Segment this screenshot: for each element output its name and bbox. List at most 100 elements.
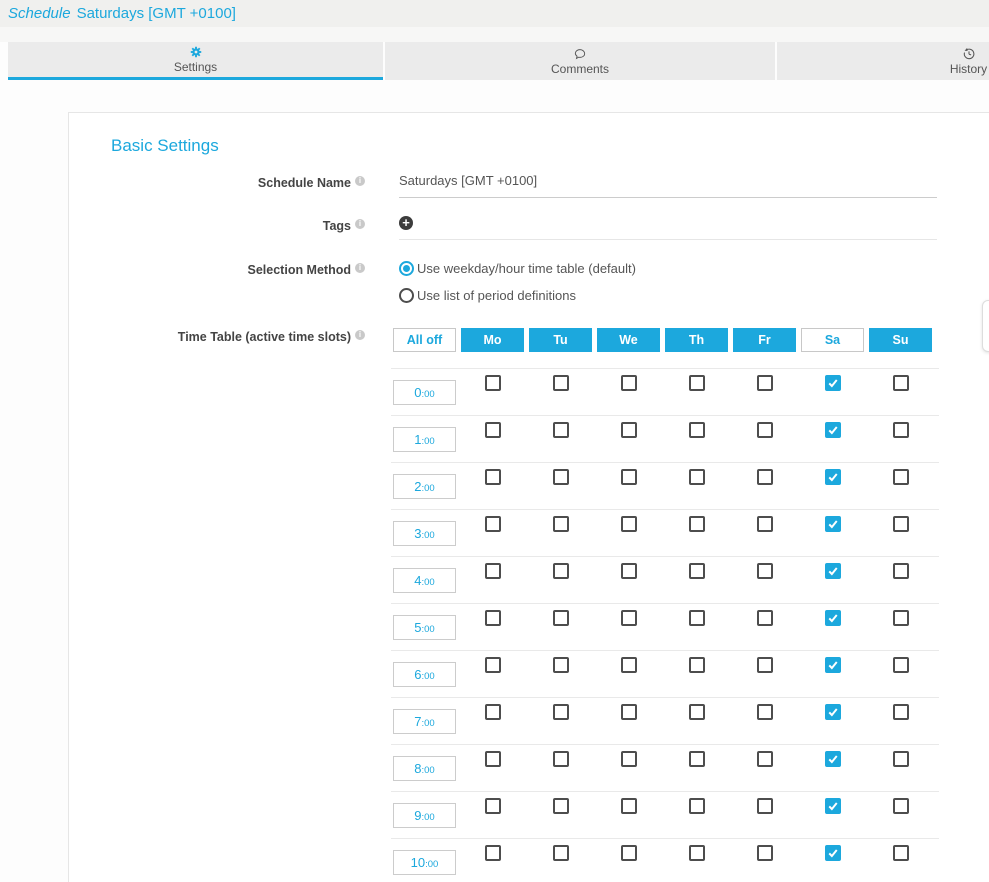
slot-checkbox-mo-5[interactable] <box>485 610 501 626</box>
slot-checkbox-su-9[interactable] <box>893 798 909 814</box>
slot-checkbox-fr-5[interactable] <box>757 610 773 626</box>
slot-checkbox-tu-1[interactable] <box>553 422 569 438</box>
slot-checkbox-th-5[interactable] <box>689 610 705 626</box>
slot-checkbox-fr-9[interactable] <box>757 798 773 814</box>
slot-checkbox-fr-8[interactable] <box>757 751 773 767</box>
slot-checkbox-tu-3[interactable] <box>553 516 569 532</box>
slot-checkbox-tu-6[interactable] <box>553 657 569 673</box>
hour-toggle-3[interactable]: 3:00 <box>393 521 456 546</box>
day-toggle-we[interactable]: We <box>597 328 660 352</box>
hour-toggle-10[interactable]: 10:00 <box>393 850 456 875</box>
slot-checkbox-tu-2[interactable] <box>553 469 569 485</box>
slot-checkbox-fr-2[interactable] <box>757 469 773 485</box>
slot-checkbox-th-2[interactable] <box>689 469 705 485</box>
slot-checkbox-mo-9[interactable] <box>485 798 501 814</box>
slot-checkbox-mo-3[interactable] <box>485 516 501 532</box>
slot-checkbox-sa-0[interactable] <box>825 375 841 391</box>
slot-checkbox-sa-2[interactable] <box>825 469 841 485</box>
slot-checkbox-th-1[interactable] <box>689 422 705 438</box>
slot-checkbox-mo-7[interactable] <box>485 704 501 720</box>
slot-checkbox-sa-3[interactable] <box>825 516 841 532</box>
slot-checkbox-su-5[interactable] <box>893 610 909 626</box>
slot-checkbox-su-3[interactable] <box>893 516 909 532</box>
info-icon[interactable]: i <box>355 330 365 340</box>
info-icon[interactable]: i <box>355 176 365 186</box>
slot-checkbox-we-9[interactable] <box>621 798 637 814</box>
slot-checkbox-th-7[interactable] <box>689 704 705 720</box>
info-icon[interactable]: i <box>355 219 365 229</box>
slot-checkbox-mo-8[interactable] <box>485 751 501 767</box>
schedule-name-input[interactable]: Saturdays [GMT +0100] <box>399 173 937 198</box>
slot-checkbox-we-7[interactable] <box>621 704 637 720</box>
slot-checkbox-su-1[interactable] <box>893 422 909 438</box>
tab-settings[interactable]: Settings <box>8 42 383 80</box>
day-toggle-th[interactable]: Th <box>665 328 728 352</box>
hour-toggle-8[interactable]: 8:00 <box>393 756 456 781</box>
info-icon[interactable]: i <box>355 263 365 273</box>
slot-checkbox-mo-0[interactable] <box>485 375 501 391</box>
slot-checkbox-tu-4[interactable] <box>553 563 569 579</box>
slot-checkbox-sa-4[interactable] <box>825 563 841 579</box>
slot-checkbox-tu-9[interactable] <box>553 798 569 814</box>
add-tag-button[interactable]: + <box>399 216 413 230</box>
slot-checkbox-fr-10[interactable] <box>757 845 773 861</box>
slot-checkbox-sa-6[interactable] <box>825 657 841 673</box>
slot-checkbox-th-0[interactable] <box>689 375 705 391</box>
slot-checkbox-tu-5[interactable] <box>553 610 569 626</box>
day-toggle-fr[interactable]: Fr <box>733 328 796 352</box>
day-toggle-mo[interactable]: Mo <box>461 328 524 352</box>
slot-checkbox-su-8[interactable] <box>893 751 909 767</box>
slot-checkbox-we-6[interactable] <box>621 657 637 673</box>
slot-checkbox-th-3[interactable] <box>689 516 705 532</box>
slot-checkbox-su-2[interactable] <box>893 469 909 485</box>
slot-checkbox-th-10[interactable] <box>689 845 705 861</box>
hour-toggle-9[interactable]: 9:00 <box>393 803 456 828</box>
slot-checkbox-fr-7[interactable] <box>757 704 773 720</box>
slot-checkbox-sa-5[interactable] <box>825 610 841 626</box>
slot-checkbox-fr-0[interactable] <box>757 375 773 391</box>
side-flyout-handle[interactable] <box>982 300 989 352</box>
radio-unselected-icon[interactable] <box>399 288 414 303</box>
slot-checkbox-we-3[interactable] <box>621 516 637 532</box>
slot-checkbox-sa-1[interactable] <box>825 422 841 438</box>
slot-checkbox-we-1[interactable] <box>621 422 637 438</box>
slot-checkbox-mo-2[interactable] <box>485 469 501 485</box>
slot-checkbox-tu-8[interactable] <box>553 751 569 767</box>
day-toggle-su[interactable]: Su <box>869 328 932 352</box>
hour-toggle-7[interactable]: 7:00 <box>393 709 456 734</box>
day-toggle-sa[interactable]: Sa <box>801 328 864 352</box>
hour-toggle-2[interactable]: 2:00 <box>393 474 456 499</box>
slot-checkbox-su-0[interactable] <box>893 375 909 391</box>
all-off-button[interactable]: All off <box>393 328 456 352</box>
slot-checkbox-sa-10[interactable] <box>825 845 841 861</box>
tab-comments[interactable]: Comments <box>385 42 775 80</box>
radio-option-periods[interactable]: Use list of period definitions <box>399 288 576 303</box>
slot-checkbox-we-5[interactable] <box>621 610 637 626</box>
tab-history[interactable]: History <box>777 42 989 80</box>
slot-checkbox-th-4[interactable] <box>689 563 705 579</box>
slot-checkbox-fr-4[interactable] <box>757 563 773 579</box>
slot-checkbox-th-6[interactable] <box>689 657 705 673</box>
slot-checkbox-th-9[interactable] <box>689 798 705 814</box>
slot-checkbox-we-2[interactable] <box>621 469 637 485</box>
slot-checkbox-mo-4[interactable] <box>485 563 501 579</box>
slot-checkbox-fr-6[interactable] <box>757 657 773 673</box>
slot-checkbox-fr-1[interactable] <box>757 422 773 438</box>
slot-checkbox-su-10[interactable] <box>893 845 909 861</box>
radio-selected-icon[interactable] <box>399 261 414 276</box>
tags-input[interactable]: + <box>399 213 937 240</box>
hour-toggle-0[interactable]: 0:00 <box>393 380 456 405</box>
hour-toggle-4[interactable]: 4:00 <box>393 568 456 593</box>
hour-toggle-5[interactable]: 5:00 <box>393 615 456 640</box>
slot-checkbox-sa-7[interactable] <box>825 704 841 720</box>
slot-checkbox-mo-1[interactable] <box>485 422 501 438</box>
slot-checkbox-mo-6[interactable] <box>485 657 501 673</box>
slot-checkbox-fr-3[interactable] <box>757 516 773 532</box>
slot-checkbox-we-8[interactable] <box>621 751 637 767</box>
slot-checkbox-sa-8[interactable] <box>825 751 841 767</box>
hour-toggle-6[interactable]: 6:00 <box>393 662 456 687</box>
slot-checkbox-th-8[interactable] <box>689 751 705 767</box>
day-toggle-tu[interactable]: Tu <box>529 328 592 352</box>
slot-checkbox-we-0[interactable] <box>621 375 637 391</box>
hour-toggle-1[interactable]: 1:00 <box>393 427 456 452</box>
